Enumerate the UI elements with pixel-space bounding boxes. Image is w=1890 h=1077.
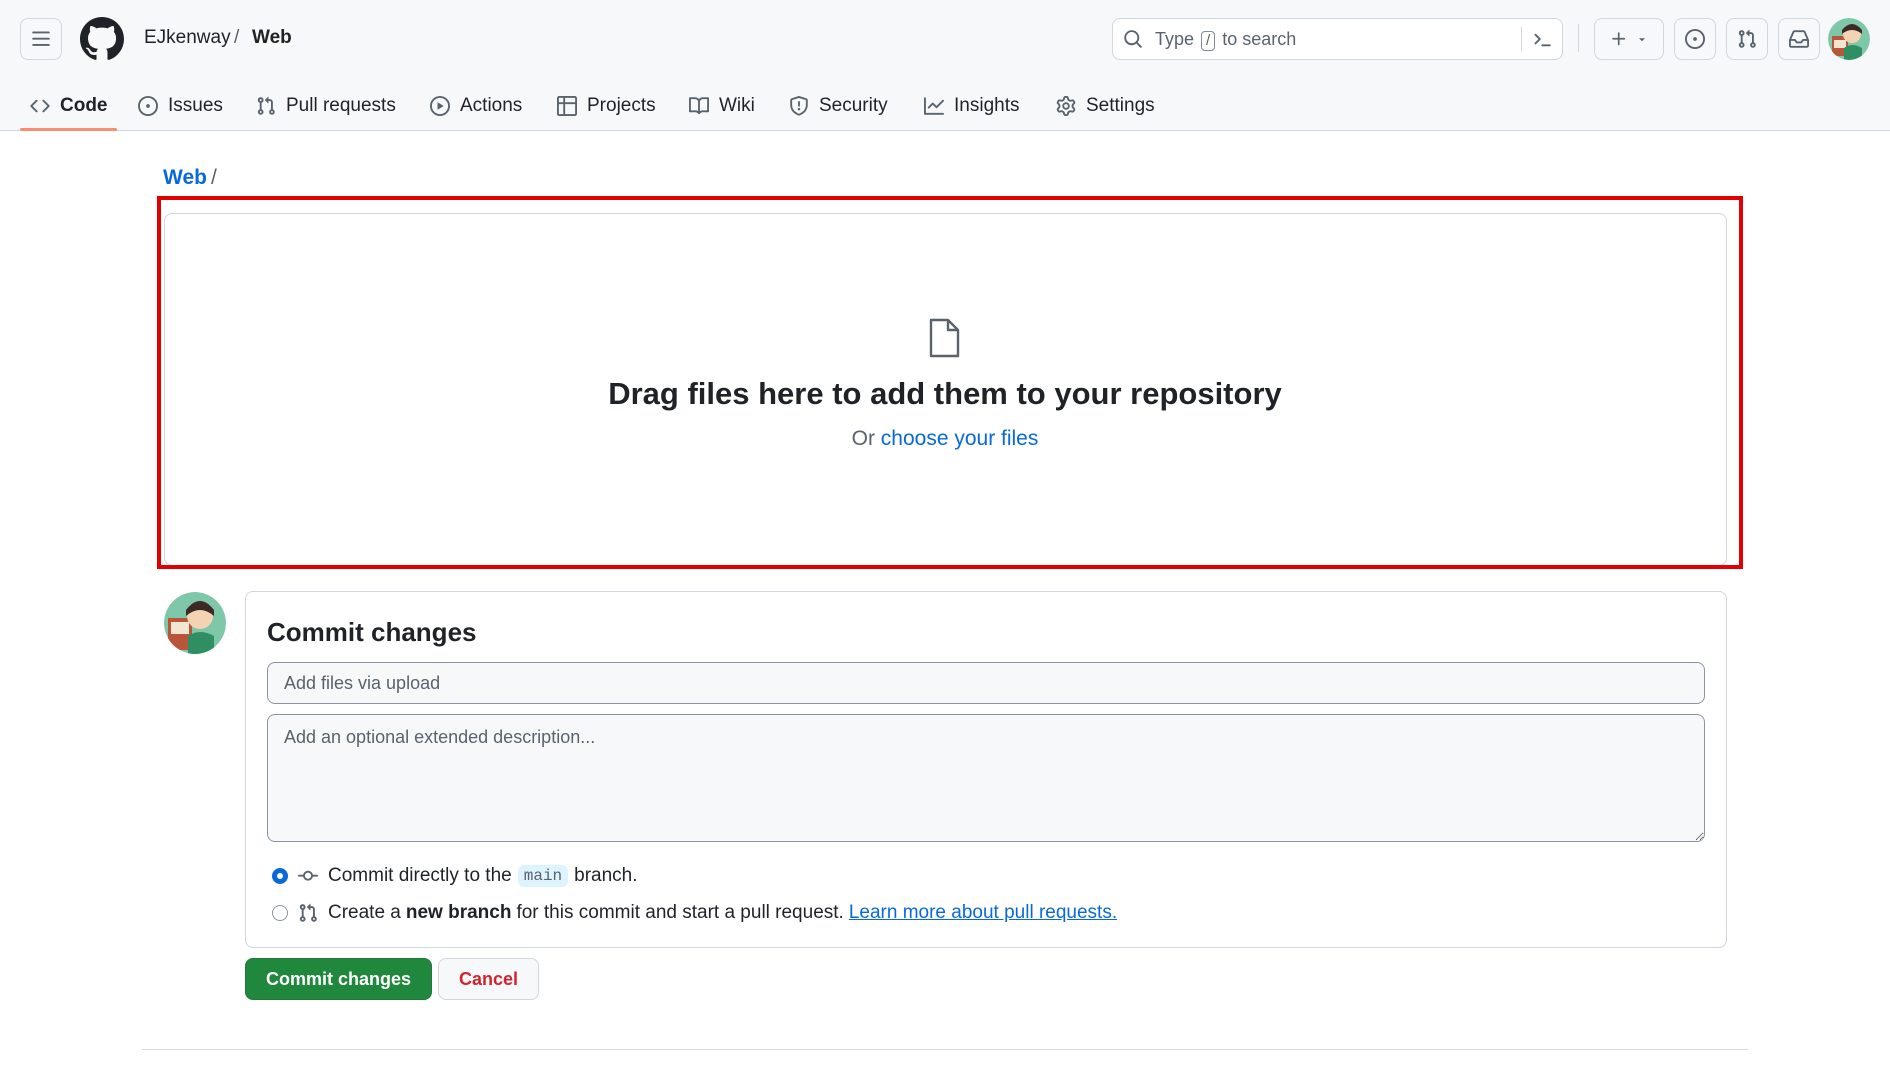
- drop-zone-prefix: Or: [851, 427, 875, 450]
- new-branch-radio[interactable]: [272, 905, 288, 921]
- new-branch-option[interactable]: Create a new branch for this commit and …: [272, 901, 1117, 925]
- tab-issues[interactable]: Issues: [138, 80, 223, 131]
- breadcrumb-repo-link[interactable]: Web: [163, 166, 207, 189]
- commit-description-input[interactable]: [267, 714, 1705, 842]
- new-branch-text-end: for this commit and start a pull request…: [516, 902, 844, 923]
- gear-icon: [1056, 95, 1076, 116]
- create-new-button[interactable]: [1594, 18, 1664, 60]
- repo-nav: Code Issues Pull requests Actions Projec…: [0, 80, 1890, 131]
- app-header: EJkenway / Web Type / to search Code Iss…: [0, 0, 1890, 131]
- tab-label: Issues: [168, 94, 223, 116]
- pull-request-icon: [299, 903, 317, 922]
- tab-pull-requests[interactable]: Pull requests: [256, 80, 396, 131]
- tab-wiki[interactable]: Wiki: [689, 80, 755, 131]
- cancel-button[interactable]: Cancel: [438, 958, 539, 1000]
- search-divider: [1521, 27, 1522, 51]
- tab-label: Settings: [1086, 94, 1155, 116]
- search-placeholder: Type / to search: [1155, 29, 1297, 51]
- commit-title: Commit changes: [267, 617, 477, 647]
- issue-icon: [1685, 29, 1705, 49]
- issue-icon: [138, 95, 158, 116]
- tab-insights[interactable]: Insights: [924, 80, 1019, 131]
- caret-down-icon: [1639, 38, 1645, 42]
- tab-label: Code: [60, 94, 108, 116]
- top-bar: EJkenway / Web Type / to search: [0, 0, 1890, 78]
- commit-direct-text-end: branch.: [574, 865, 638, 886]
- branch-name-chip: main: [517, 865, 569, 887]
- drop-zone-subtitle: Or choose your files: [0, 427, 1890, 451]
- commit-direct-option[interactable]: Commit directly to the main branch.: [272, 864, 638, 888]
- tab-label: Pull requests: [286, 94, 396, 116]
- command-palette-icon[interactable]: [1531, 30, 1553, 50]
- book-icon: [689, 96, 709, 114]
- plus-icon: [1612, 32, 1626, 46]
- inbox-button[interactable]: [1778, 18, 1820, 60]
- breadcrumb-separator: /: [210, 166, 217, 189]
- inbox-icon: [1789, 30, 1809, 48]
- footer-divider: [142, 1049, 1748, 1050]
- tab-label: Insights: [954, 94, 1020, 116]
- new-branch-bold: new branch: [405, 902, 512, 923]
- hamburger-icon: [32, 31, 50, 46]
- learn-more-link[interactable]: Learn more about pull requests.: [849, 902, 1117, 924]
- pull-request-icon: [1738, 29, 1756, 48]
- user-avatar[interactable]: [1828, 18, 1870, 60]
- issues-button[interactable]: [1674, 18, 1716, 60]
- tab-label: Projects: [587, 94, 656, 116]
- play-icon: [430, 95, 450, 116]
- code-icon: [30, 99, 50, 112]
- search-input[interactable]: Type / to search: [1112, 18, 1563, 60]
- file-icon: [929, 318, 960, 358]
- commit-changes-button[interactable]: Commit changes: [245, 958, 432, 1000]
- new-branch-text: Create a: [328, 902, 401, 923]
- menu-button[interactable]: [20, 18, 62, 60]
- pull-requests-button[interactable]: [1726, 18, 1768, 60]
- tab-projects[interactable]: Projects: [557, 80, 656, 131]
- choose-files-link[interactable]: choose your files: [881, 427, 1039, 450]
- tab-actions[interactable]: Actions: [430, 80, 522, 131]
- active-tab-indicator: [20, 128, 117, 131]
- tab-code[interactable]: Code: [30, 80, 108, 131]
- shield-icon: [790, 95, 808, 116]
- header-divider: [1578, 24, 1579, 52]
- tab-security[interactable]: Security: [789, 80, 888, 131]
- breadcrumb: Web /: [163, 166, 217, 190]
- github-logo-icon[interactable]: [79, 17, 124, 61]
- git-commit-icon: [298, 870, 318, 881]
- repo-link[interactable]: Web: [252, 27, 292, 49]
- drop-zone-title: Drag files here to add them to your repo…: [608, 376, 1282, 411]
- owner-link[interactable]: EJkenway: [144, 27, 231, 49]
- crumb-separator: /: [234, 27, 240, 48]
- commit-direct-radio[interactable]: [272, 868, 288, 884]
- committer-avatar: [164, 592, 226, 654]
- table-icon: [557, 95, 577, 116]
- pull-request-icon: [257, 96, 275, 115]
- tab-label: Actions: [460, 94, 523, 116]
- tab-label: Wiki: [719, 94, 755, 116]
- graph-icon: [924, 96, 944, 115]
- tab-settings[interactable]: Settings: [1056, 80, 1155, 131]
- commit-direct-text: Commit directly to the: [328, 865, 512, 886]
- search-icon: [1124, 30, 1142, 48]
- tab-label: Security: [819, 94, 888, 116]
- commit-summary-input[interactable]: [267, 662, 1705, 704]
